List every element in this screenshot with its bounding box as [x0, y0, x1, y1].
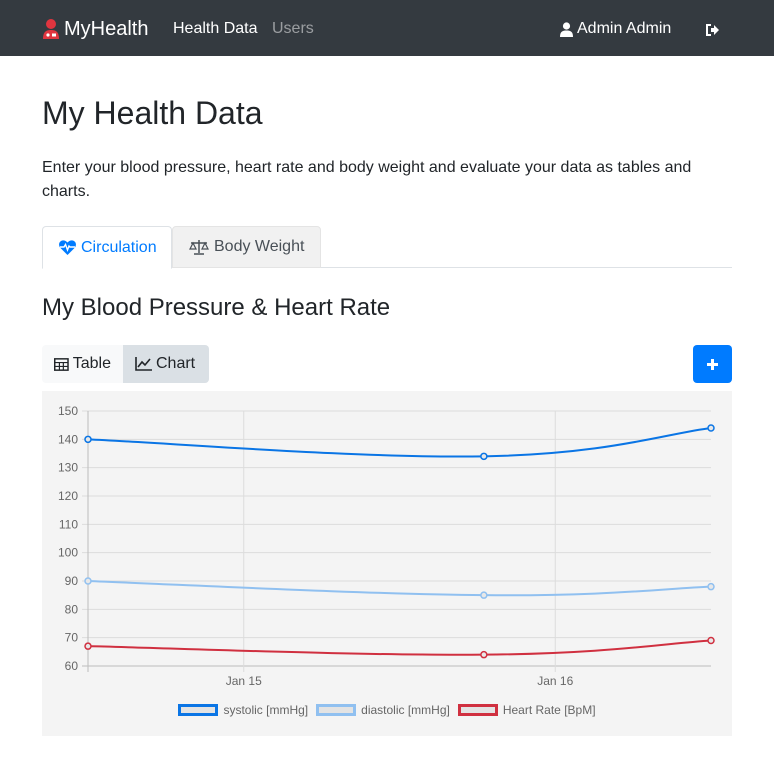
- view-toggle: Table Chart: [42, 345, 209, 383]
- page-description: Enter your blood pressure, heart rate an…: [42, 159, 692, 200]
- plus-icon: [707, 358, 718, 370]
- data-point: [707, 582, 715, 591]
- data-point: [707, 424, 715, 432]
- y-tick-label: 130: [58, 461, 78, 475]
- y-tick-label: 90: [65, 574, 79, 588]
- table-icon: [54, 357, 69, 371]
- table-view-button[interactable]: Table: [42, 345, 123, 383]
- y-tick-label: 70: [65, 631, 79, 645]
- tab-circulation[interactable]: Circulation: [42, 226, 172, 269]
- user-menu[interactable]: Admin Admin: [560, 19, 671, 39]
- page-title: My Health Data: [42, 95, 263, 131]
- y-tick-label: 100: [58, 546, 78, 560]
- legend-swatch: [457, 704, 498, 716]
- tab-body-weight-label: Body Weight: [214, 238, 305, 255]
- add-entry-button[interactable]: [693, 345, 732, 383]
- user-name: Admin Admin: [577, 20, 672, 37]
- y-tick-label: 80: [65, 602, 79, 616]
- y-tick-label: 60: [65, 659, 79, 673]
- chart-area: 60 70 80 90 100 110 120 130 140 150 Jan 15 Jan 16 s…: [42, 391, 732, 736]
- x-tick-label: Jan 15: [226, 674, 262, 688]
- legend-label: diastolic [mmHg]: [361, 703, 450, 717]
- data-point: [707, 636, 715, 645]
- legend-swatch: [178, 704, 219, 716]
- y-tick-label: 150: [58, 404, 78, 418]
- chart-view-label: Chart: [156, 355, 196, 372]
- legend-label: systolic [mmHg]: [223, 703, 309, 717]
- x-tick-label: Jan 16: [537, 674, 573, 688]
- line-chart-icon: [135, 357, 152, 371]
- legend-swatch: [316, 704, 357, 716]
- data-point: [480, 650, 488, 659]
- y-tick-label: 110: [59, 517, 78, 531]
- user-md-icon: [43, 19, 59, 39]
- data-point: [480, 452, 488, 461]
- data-point: [84, 642, 92, 650]
- chart-legend: systolic [mmHg] diastolic [mmHg] Heart Rat…: [42, 701, 732, 719]
- y-tick-label: 140: [58, 432, 78, 446]
- series-line: [87, 427, 712, 458]
- data-point: [84, 577, 92, 585]
- brand[interactable]: MyHealth: [42, 14, 148, 44]
- data-point: [84, 435, 92, 444]
- legend-item[interactable]: systolic [mmHg]: [178, 703, 308, 717]
- heartbeat-icon: [59, 240, 76, 255]
- tab-bar: Circulation Body Weight: [42, 226, 732, 269]
- line-chart: 60 70 80 90 100 110 120 130 140 150 Jan 15 Jan 16: [58, 404, 715, 688]
- user-icon: [560, 21, 573, 37]
- chart-view-button[interactable]: Chart: [123, 345, 209, 383]
- navbar: MyHealth Health Data Users Admin Admin: [0, 0, 774, 56]
- balance-scale-icon: [189, 240, 209, 255]
- series-line: [87, 639, 712, 656]
- legend-item[interactable]: Heart Rate [BpM]: [457, 703, 596, 717]
- y-tick-label: 120: [58, 489, 78, 503]
- sign-out-icon[interactable]: [704, 22, 720, 38]
- tab-body-weight[interactable]: Body Weight: [172, 226, 321, 268]
- nav-users[interactable]: Users: [272, 19, 314, 39]
- section-title: My Blood Pressure & Heart Rate: [42, 294, 391, 321]
- nav-health-data[interactable]: Health Data: [173, 19, 258, 39]
- legend-item[interactable]: diastolic [mmHg]: [316, 703, 450, 717]
- brand-label: MyHealth: [64, 17, 149, 40]
- table-view-label: Table: [72, 355, 111, 372]
- data-point: [480, 591, 488, 599]
- legend-label: Heart Rate [BpM]: [502, 703, 596, 717]
- tab-circulation-label: Circulation: [81, 238, 157, 256]
- series-line: [87, 580, 712, 597]
